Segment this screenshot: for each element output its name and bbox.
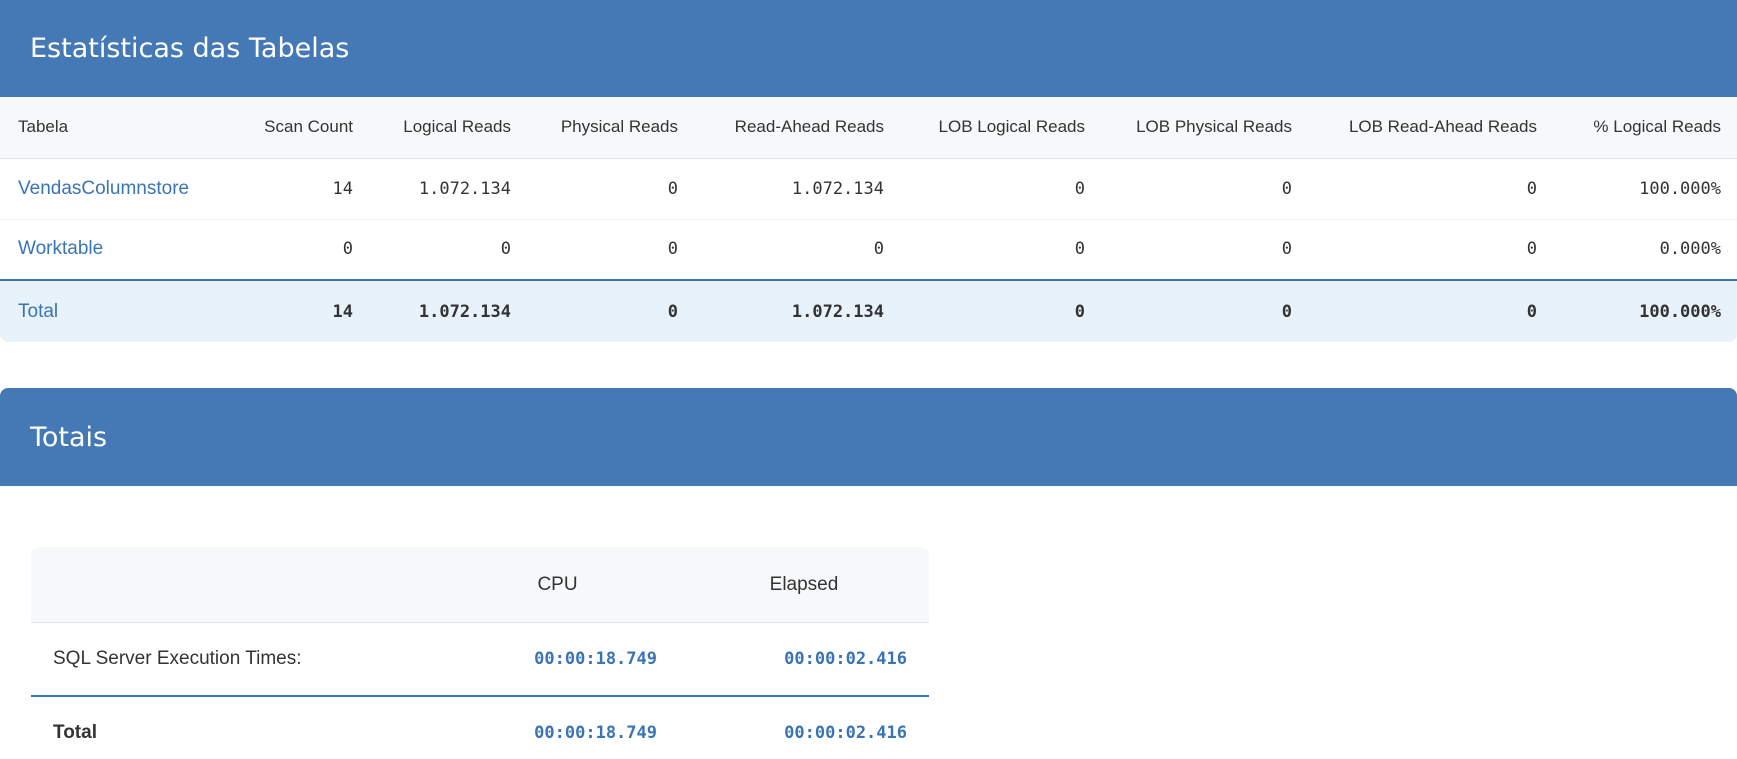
total-lob-physical-reads: 0 bbox=[1101, 279, 1308, 342]
table-header-row: Tabela Scan Count Logical Reads Physical… bbox=[0, 97, 1737, 159]
total-logical-reads: 1.072.134 bbox=[369, 279, 527, 342]
times-column-header-cpu: CPU bbox=[436, 547, 679, 623]
cell-read-ahead-reads: 0 bbox=[694, 219, 900, 281]
times-total-elapsed: 00:00:02.416 bbox=[679, 694, 929, 759]
column-header-lob-logical-reads[interactable]: LOB Logical Reads bbox=[900, 97, 1101, 159]
cell-lob-logical-reads: 0 bbox=[900, 219, 1101, 281]
table-statistics-title: Estatísticas das Tabelas bbox=[30, 33, 350, 64]
times-total-row: Total 00:00:18.749 00:00:02.416 bbox=[31, 694, 929, 759]
table-name-link[interactable]: Worktable bbox=[0, 219, 225, 281]
total-read-ahead-reads: 1.072.134 bbox=[694, 279, 900, 342]
cell-lob-physical-reads: 0 bbox=[1101, 158, 1308, 220]
table-statistics-panel: Estatísticas das Tabelas Tabela Scan Cou… bbox=[0, 0, 1737, 342]
times-row-label: SQL Server Execution Times: bbox=[53, 647, 302, 669]
execution-times-table: CPU Elapsed SQL Server Execution Times: … bbox=[31, 547, 929, 759]
cell-logical-reads: 0 bbox=[369, 219, 527, 281]
times-cpu-value: 00:00:18.749 bbox=[534, 648, 657, 669]
totals-title: Totais bbox=[30, 421, 108, 453]
cell-lob-logical-reads: 0 bbox=[900, 158, 1101, 220]
times-row: SQL Server Execution Times: 00:00:18.749… bbox=[31, 623, 929, 696]
cell-lob-read-ahead-reads: 0 bbox=[1308, 158, 1553, 220]
column-header-lob-physical-reads[interactable]: LOB Physical Reads bbox=[1101, 97, 1308, 159]
total-label[interactable]: Total bbox=[0, 279, 225, 342]
total-percent-logical-reads: 100.000% bbox=[1553, 279, 1737, 342]
times-total-label: Total bbox=[31, 694, 436, 759]
total-lob-read-ahead-reads: 0 bbox=[1308, 279, 1553, 342]
times-total-cpu: 00:00:18.749 bbox=[436, 694, 679, 759]
cell-percent-logical-reads: 100.000% bbox=[1553, 158, 1737, 220]
times-elapsed-value: 00:00:02.416 bbox=[784, 648, 907, 669]
cell-read-ahead-reads: 1.072.134 bbox=[694, 158, 900, 220]
times-column-header-label bbox=[31, 547, 436, 623]
cell-scan-count: 14 bbox=[225, 158, 369, 220]
column-header-percent-logical-reads[interactable]: % Logical Reads bbox=[1553, 97, 1737, 159]
table-statistics-header: Estatísticas das Tabelas bbox=[0, 0, 1737, 97]
cell-scan-count: 0 bbox=[225, 219, 369, 281]
totals-body: CPU Elapsed SQL Server Execution Times: … bbox=[0, 486, 1737, 759]
table-statistics-table-wrap: Tabela Scan Count Logical Reads Physical… bbox=[0, 97, 1737, 342]
cell-lob-physical-reads: 0 bbox=[1101, 219, 1308, 281]
table-name-link[interactable]: VendasColumnstore bbox=[0, 158, 225, 220]
total-lob-logical-reads: 0 bbox=[900, 279, 1101, 342]
times-column-header-elapsed: Elapsed bbox=[679, 547, 929, 623]
column-header-lob-read-ahead-reads[interactable]: LOB Read-Ahead Reads bbox=[1308, 97, 1553, 159]
column-header-physical-reads[interactable]: Physical Reads bbox=[527, 97, 694, 159]
table-row: VendasColumnstore 14 1.072.134 0 1.072.1… bbox=[0, 158, 1737, 220]
totals-header: Totais bbox=[0, 388, 1737, 486]
column-header-read-ahead-reads[interactable]: Read-Ahead Reads bbox=[694, 97, 900, 159]
total-physical-reads: 0 bbox=[527, 279, 694, 342]
cell-physical-reads: 0 bbox=[527, 158, 694, 220]
totals-panel: Totais CPU Elapsed SQL Server Execution … bbox=[0, 388, 1737, 759]
column-header-logical-reads[interactable]: Logical Reads bbox=[369, 97, 527, 159]
table-row: Worktable 0 0 0 0 0 0 0 0.000% bbox=[0, 219, 1737, 281]
times-header-row: CPU Elapsed bbox=[31, 547, 929, 623]
total-scan-count: 14 bbox=[225, 279, 369, 342]
cell-percent-logical-reads: 0.000% bbox=[1553, 219, 1737, 281]
column-header-tabela[interactable]: Tabela bbox=[0, 97, 225, 159]
cell-physical-reads: 0 bbox=[527, 219, 694, 281]
cell-logical-reads: 1.072.134 bbox=[369, 158, 527, 220]
table-total-row: Total 14 1.072.134 0 1.072.134 0 0 0 100… bbox=[0, 279, 1737, 342]
table-statistics-table: Tabela Scan Count Logical Reads Physical… bbox=[0, 97, 1737, 342]
column-header-scan-count[interactable]: Scan Count bbox=[225, 97, 369, 159]
cell-lob-read-ahead-reads: 0 bbox=[1308, 219, 1553, 281]
